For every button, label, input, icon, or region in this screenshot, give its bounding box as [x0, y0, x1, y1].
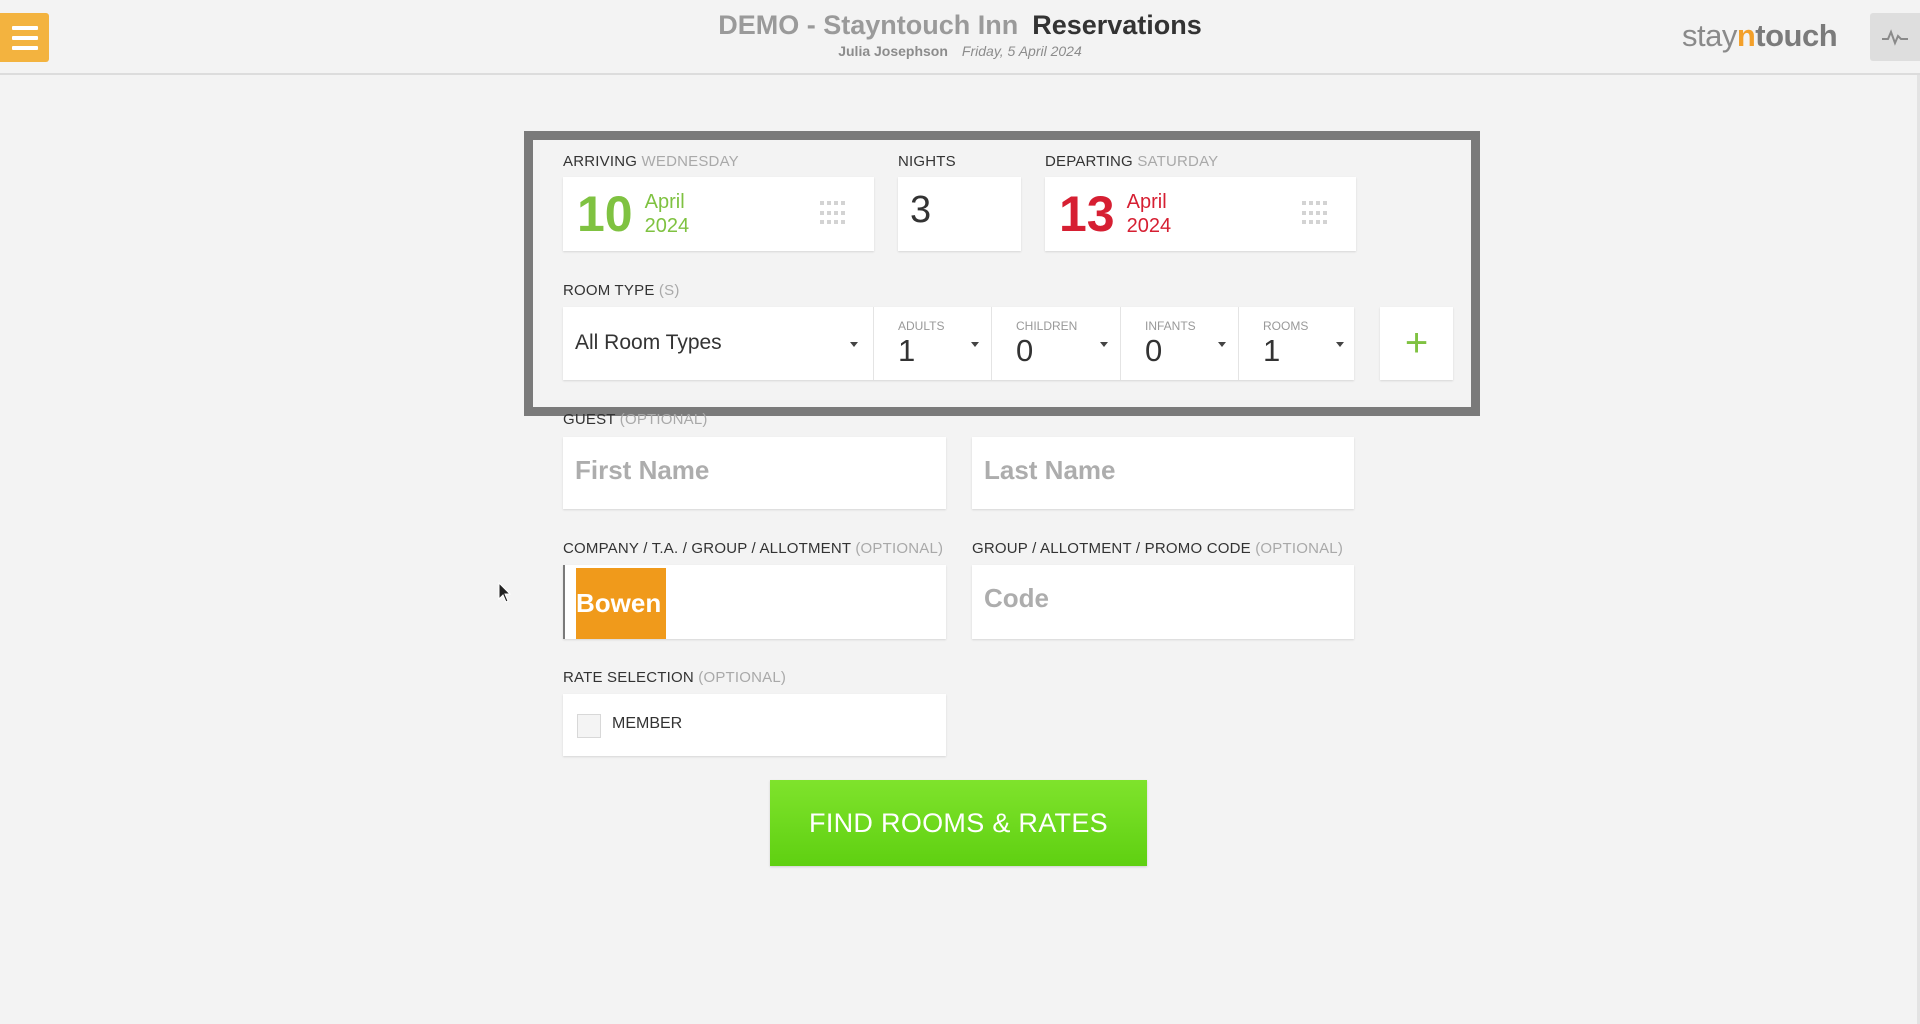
rate-selection-label: RATE SELECTION (OPTIONAL) — [563, 669, 787, 686]
section-title: Reservations — [1032, 10, 1202, 40]
stayntouch-logo: stayntouch — [1682, 18, 1838, 53]
hotel-name: DEMO - Stayntouch Inn — [718, 10, 1019, 40]
member-checkbox[interactable] — [577, 714, 601, 738]
guest-label: GUEST (OPTIONAL) — [563, 411, 708, 428]
business-date: Friday, 5 April 2024 — [961, 43, 1082, 59]
user-name: Julia Josephson — [838, 43, 948, 59]
rate-selection-box: MEMBER — [563, 694, 946, 756]
promo-label: GROUP / ALLOTMENT / PROMO CODE (OPTIONAL… — [972, 540, 1344, 557]
last-name-placeholder: Last Name — [984, 455, 1116, 485]
activity-pulse-icon — [1882, 29, 1908, 46]
company-field[interactable]: Bowen — [563, 565, 946, 639]
first-name-placeholder: First Name — [575, 455, 710, 485]
activity-button[interactable] — [1870, 13, 1920, 61]
first-name-field[interactable]: First Name — [563, 437, 946, 509]
find-rooms-rates-button[interactable]: FIND ROOMS & RATES — [770, 780, 1147, 866]
company-value-selected: Bowen — [576, 568, 666, 639]
page-title-block: DEMO - Stayntouch Inn Reservations Julia … — [0, 8, 1920, 60]
highlight-frame — [524, 131, 1480, 416]
promo-code-field[interactable]: Code — [972, 565, 1354, 639]
member-label: MEMBER — [612, 715, 683, 732]
mouse-cursor-icon — [498, 582, 512, 603]
promo-code-placeholder: Code — [984, 583, 1049, 613]
page-subtitle: Julia Josephson Friday, 5 April 2024 — [0, 42, 1920, 60]
top-bar: DEMO - Stayntouch Inn Reservations Julia … — [0, 0, 1920, 75]
company-label: COMPANY / T.A. / GROUP / ALLOTMENT (OPTI… — [563, 540, 944, 557]
page-title: DEMO - Stayntouch Inn Reservations — [0, 8, 1920, 42]
last-name-field[interactable]: Last Name — [972, 437, 1354, 509]
